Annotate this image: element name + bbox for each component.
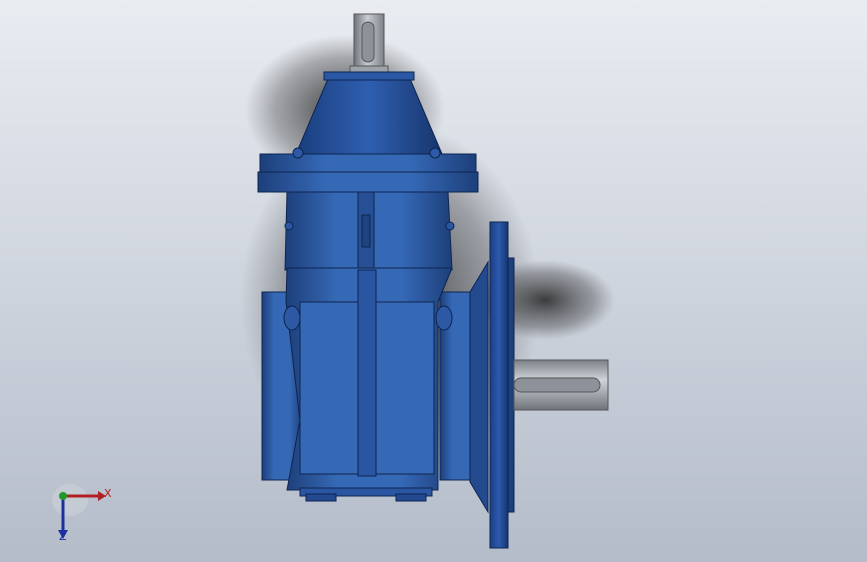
base-feet[interactable]: [299, 487, 433, 502]
lower-housing[interactable]: [283, 267, 453, 491]
input-shaft[interactable]: [349, 13, 389, 77]
graphics-viewport[interactable]: X Z: [0, 0, 867, 562]
top-flange[interactable]: [257, 147, 479, 193]
orientation-triad[interactable]: X Z: [50, 482, 120, 544]
output-shaft[interactable]: [513, 359, 609, 411]
gearbox-model[interactable]: [0, 0, 867, 562]
x-axis-label: X: [104, 487, 112, 500]
flange-bolt-icon: [429, 147, 441, 159]
upper-housing[interactable]: [284, 191, 455, 271]
flange-bolt-icon: [292, 147, 304, 159]
z-axis-label: Z: [59, 530, 67, 543]
